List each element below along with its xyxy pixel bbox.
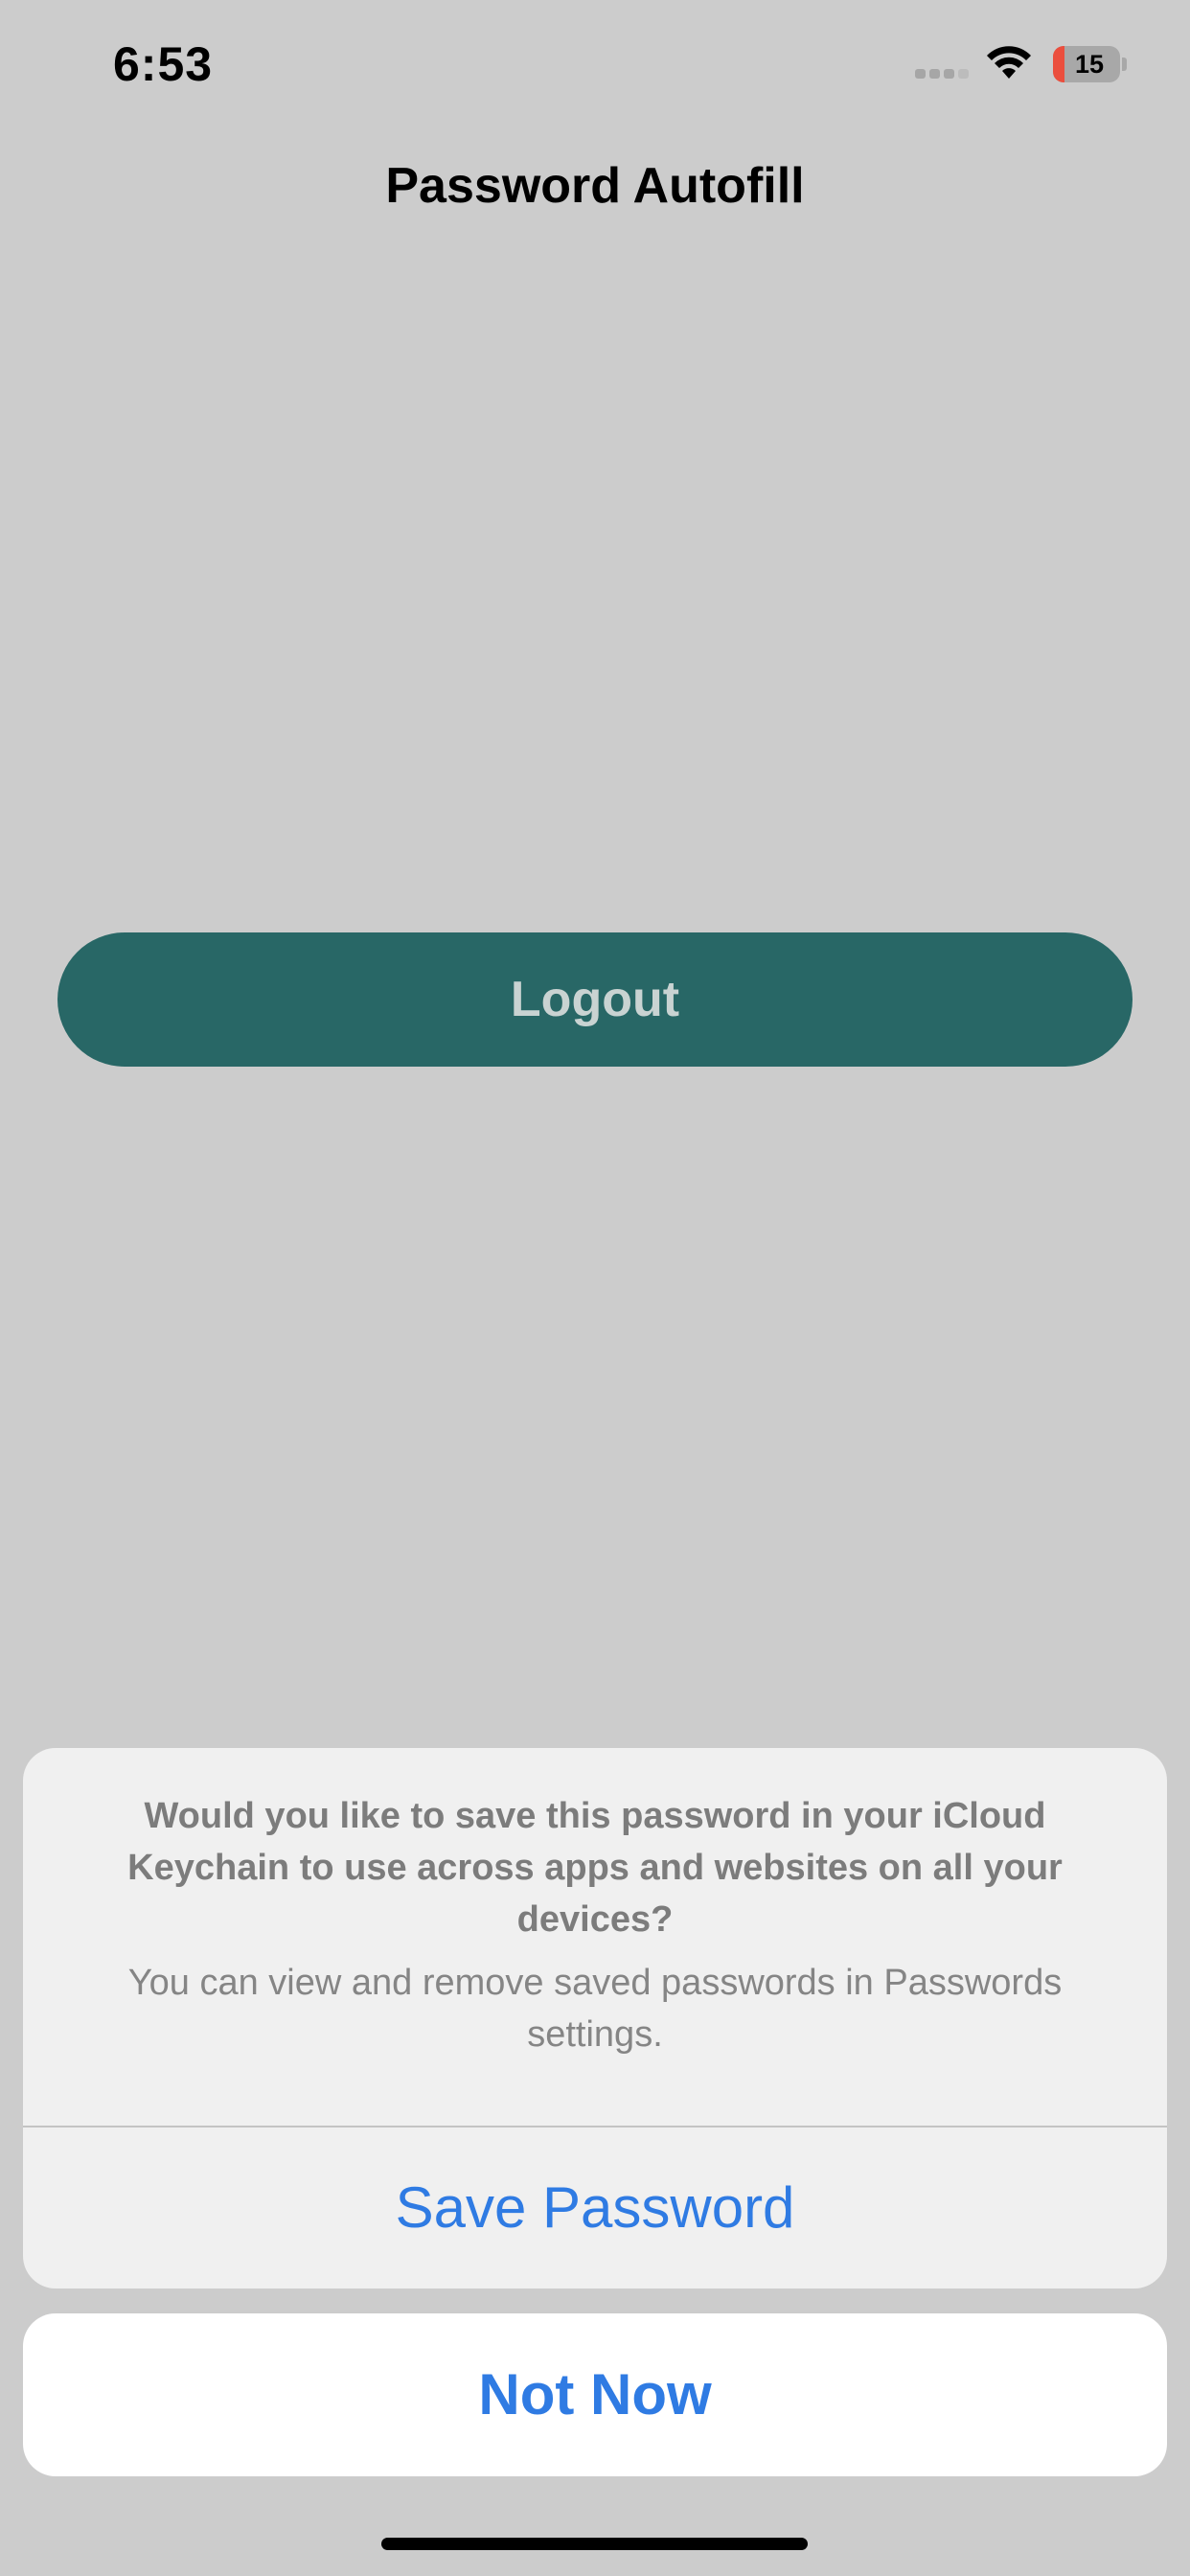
battery-icon: 15 (1053, 46, 1127, 82)
not-now-button[interactable]: Not Now (23, 2313, 1167, 2476)
sheet-message: Would you like to save this password in … (23, 1748, 1167, 2126)
status-time: 6:53 (113, 37, 214, 91)
wifi-icon (987, 46, 1031, 79)
home-indicator[interactable] (381, 2538, 808, 2550)
signal-icon (915, 69, 969, 79)
logout-button[interactable]: Logout (57, 932, 1133, 1067)
page-title: Password Autofill (385, 158, 805, 214)
sheet-title: Would you like to save this password in … (127, 1796, 1063, 1940)
app-screen: 6:53 15 Password Autofill Logout Would y… (0, 0, 1190, 2576)
sheet-subtitle: You can view and remove saved passwords … (127, 1963, 1063, 2055)
save-password-sheet: Would you like to save this password in … (23, 1748, 1167, 2288)
save-password-button[interactable]: Save Password (23, 2128, 1167, 2288)
battery-level: 15 (1074, 50, 1105, 79)
